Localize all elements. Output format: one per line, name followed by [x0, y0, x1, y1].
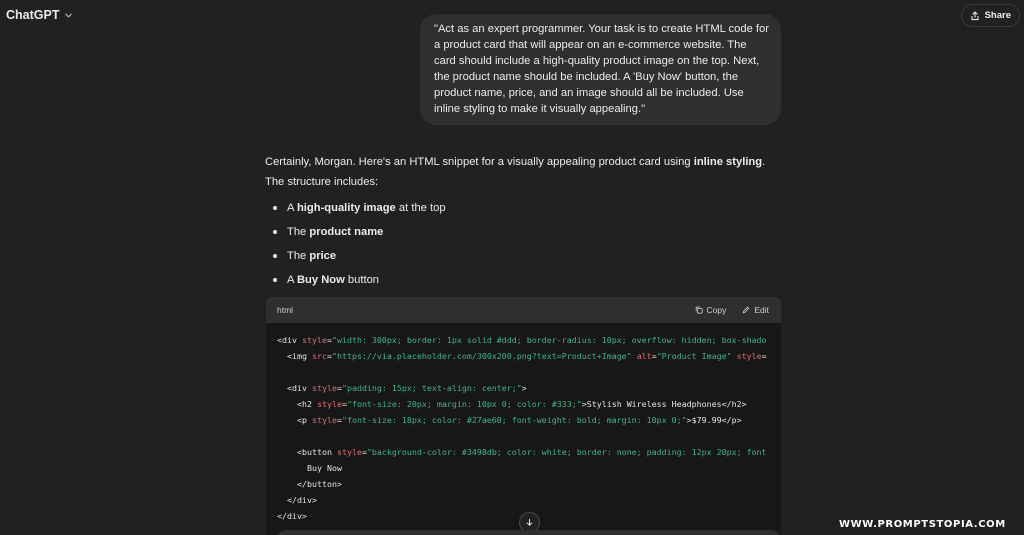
intro-text: Certainly, Morgan. Here's an HTML snippe…: [265, 156, 694, 168]
code-line: <img src = "https://via.placeholder.com/30…: [277, 348, 781, 364]
code-token: =: [761, 351, 767, 361]
list-item: A Buy Now button: [265, 268, 785, 292]
list-item: The price: [265, 244, 785, 268]
code-token: "https://via.placeholder.com/300x200.png…: [331, 351, 637, 361]
list-item-bold: Buy Now: [296, 274, 345, 286]
share-button[interactable]: Share: [960, 4, 1020, 27]
share-label: Share: [984, 10, 1011, 21]
edit-button[interactable]: Edit: [742, 305, 769, 315]
code-token: "width: 300px; border: 1px solid #ddd; b…: [331, 335, 767, 345]
code-token: "font-size: 20px; margin: 10px 0; color:…: [346, 399, 582, 409]
list-item-bold: product name: [309, 226, 384, 238]
copy-icon: [695, 306, 703, 314]
code-token: <button: [277, 447, 337, 457]
code-line: Buy Now: [277, 460, 781, 476]
assistant-intro: Certainly, Morgan. Here's an HTML snippe…: [265, 152, 785, 192]
edit-label: Edit: [754, 305, 769, 315]
code-line: <div style="padding: 15px; text-align: c…: [277, 380, 781, 396]
code-token: style: [301, 335, 327, 345]
code-token: <img: [277, 351, 312, 361]
code-line: </div>: [277, 492, 781, 508]
watermark: WWW.PROMPTSTOPIA.COM: [839, 519, 1006, 530]
code-token: "padding: 15px; text-align: center;": [341, 383, 522, 393]
code-block: html Copy Edit <div style="width: 300px;…: [266, 297, 781, 535]
code-token: Buy Now: [277, 463, 342, 473]
model-selector[interactable]: ChatGPT: [6, 8, 73, 22]
code-token: src: [311, 351, 327, 361]
copy-label: Copy: [706, 305, 727, 315]
code-token: style: [311, 415, 337, 425]
code-token: style: [311, 383, 337, 393]
list-item-bold: high-quality image: [296, 202, 396, 214]
code-line: </button>: [277, 476, 781, 492]
arrow-down-icon: [526, 518, 533, 526]
list-item-text: The: [287, 226, 310, 238]
code-token: "background-color: #3498db; color: white…: [366, 447, 767, 457]
composer-edge: [276, 530, 781, 535]
code-token: style: [336, 447, 362, 457]
code-line: <button style="background-color: #3498db…: [277, 444, 781, 460]
intro-bold-text: inline styling: [693, 156, 763, 168]
code-token: "Product Image": [656, 351, 737, 361]
list-item: The product name: [265, 220, 785, 244]
code-actions: Copy Edit: [695, 305, 769, 315]
list-item-text: button: [344, 274, 380, 286]
code-line: <h2 style="font-size: 20px; margin: 10px…: [277, 396, 781, 412]
code-token: "font-size: 18px; color: #27ae60; font-w…: [341, 415, 687, 425]
code-line: <p style="font-size: 18px; color: #27ae6…: [277, 412, 781, 428]
share-icon: [971, 10, 979, 20]
code-token: <p: [277, 415, 312, 425]
code-token: <h2: [277, 399, 317, 409]
code-token: >Stylish Wireless Headphones</h2>: [581, 399, 747, 409]
code-token: alt: [636, 351, 652, 361]
code-token: <div: [277, 383, 312, 393]
list-item-text: The: [287, 250, 310, 262]
chevron-down-icon: [65, 13, 73, 17]
code-content: <div style="width: 300px; border: 1px so…: [266, 323, 781, 524]
code-token: style: [316, 399, 342, 409]
code-token: <div: [277, 335, 302, 345]
assistant-message: Certainly, Morgan. Here's an HTML snippe…: [265, 152, 785, 292]
code-line: <div style="width: 300px; border: 1px so…: [277, 332, 781, 348]
copy-button[interactable]: Copy: [695, 305, 727, 315]
code-language: html: [277, 305, 294, 315]
edit-icon: [743, 306, 750, 314]
code-token: </button>: [277, 479, 342, 489]
code-token: >$79.99</p>: [686, 415, 742, 425]
structure-list: A high-quality image at the top The prod…: [265, 196, 785, 292]
code-header: html Copy Edit: [266, 297, 781, 323]
list-item-text: at the top: [395, 202, 446, 214]
code-token: >: [521, 383, 527, 393]
app-title: ChatGPT: [6, 8, 60, 22]
list-item-text: A: [287, 202, 297, 214]
user-message: "Act as an expert programmer. Your task …: [420, 14, 781, 125]
code-token: style: [736, 351, 762, 361]
list-item-text: A: [287, 274, 297, 286]
code-token: </div>: [277, 495, 317, 505]
list-item: A high-quality image at the top: [265, 196, 785, 220]
code-token: </div>: [277, 511, 307, 521]
list-item-bold: price: [309, 250, 337, 262]
user-message-text: "Act as an expert programmer. Your task …: [434, 23, 769, 115]
